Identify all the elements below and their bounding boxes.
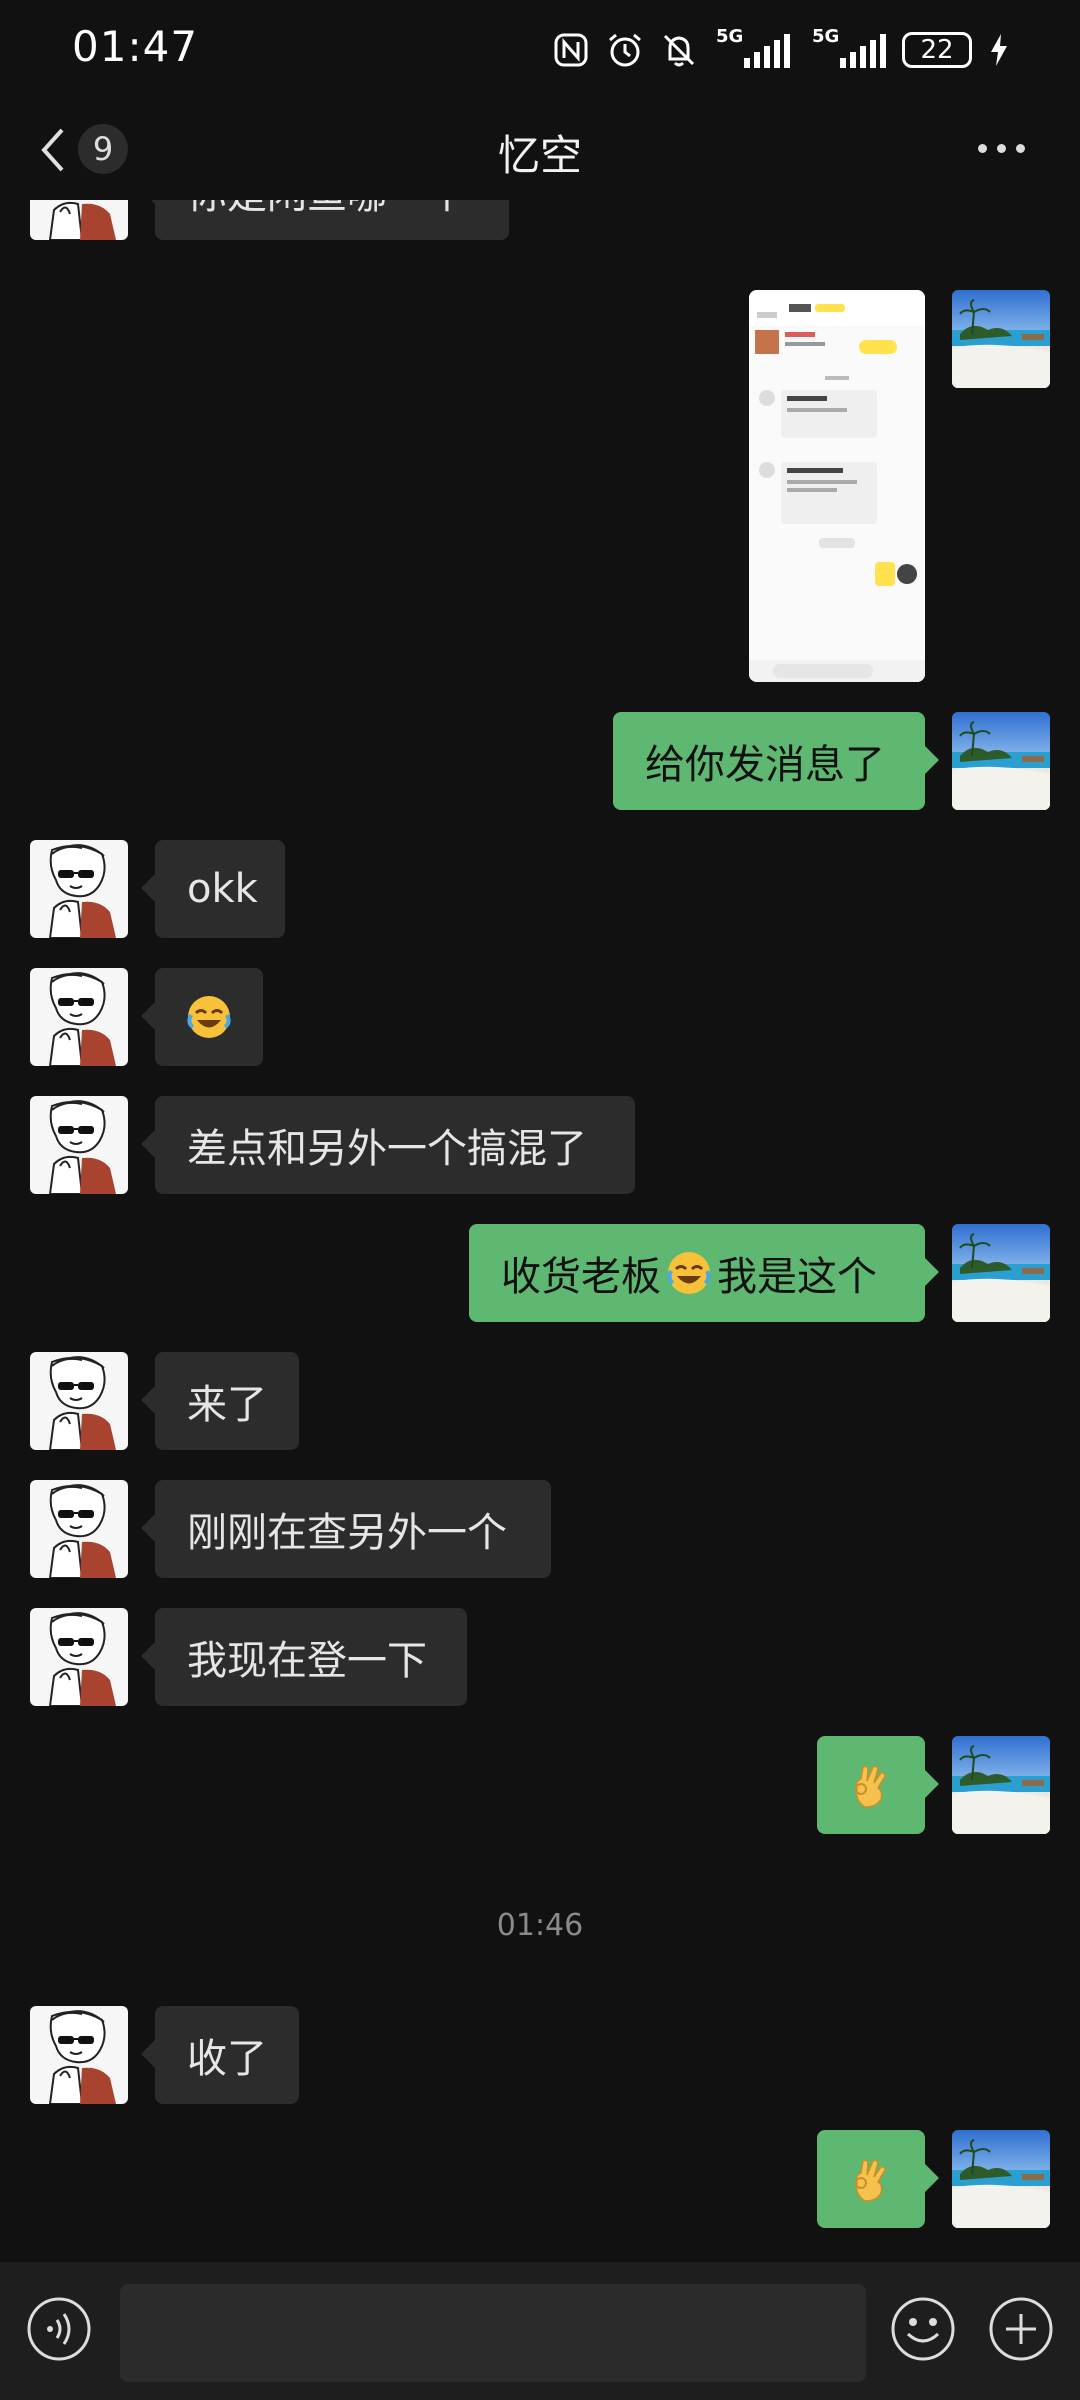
message-list[interactable]: 你是闲鱼哪一个 — [0, 200, 1080, 2260]
avatar[interactable] — [952, 712, 1050, 810]
nfc-icon — [552, 31, 590, 69]
avatar[interactable] — [30, 1352, 128, 1450]
emoji-button[interactable] — [890, 2296, 956, 2362]
message-bubble[interactable]: 收货老板 我是这个 — [469, 1224, 939, 1322]
message-bubble[interactable]: 刚刚在查另外一个 — [141, 1480, 551, 1578]
message-bubble[interactable] — [817, 2130, 939, 2228]
avatar[interactable] — [30, 1096, 128, 1194]
bell-off-icon — [660, 31, 698, 69]
message-text: 收货老板 — [501, 1254, 661, 1300]
voice-icon — [27, 2297, 91, 2361]
laugh-cry-emoji — [665, 1249, 713, 1297]
chat-title: 忆空 — [497, 131, 582, 180]
alarm-icon — [606, 31, 644, 69]
avatar[interactable] — [30, 2006, 128, 2104]
chat-header: 9 忆空 — [0, 100, 1080, 200]
status-time: 01:47 — [72, 22, 199, 71]
timestamp: 01:46 — [496, 1908, 584, 1943]
avatar[interactable] — [30, 968, 128, 1066]
signal-2: 5G — [812, 26, 886, 68]
avatar[interactable] — [30, 840, 128, 938]
avatar[interactable] — [952, 1224, 1050, 1322]
screenshot-image-message[interactable] — [749, 290, 925, 682]
laugh-cry-emoji — [185, 993, 233, 1041]
message-bubble[interactable]: 你是闲鱼哪一个 — [141, 200, 509, 240]
ok-hand-emoji — [847, 1761, 895, 1809]
plus-button[interactable] — [988, 2296, 1054, 2362]
message-bubble[interactable]: 我现在登一下 — [141, 1608, 467, 1706]
avatar[interactable] — [952, 290, 1050, 388]
more-dots-icon — [978, 143, 987, 153]
status-bar: 01:47 5G 5G 22 — [0, 0, 1080, 100]
smile-icon — [891, 2297, 955, 2361]
signal-1: 5G — [716, 26, 790, 68]
message-bubble[interactable] — [141, 968, 263, 1066]
message-bubble[interactable]: 给你发消息了 — [613, 712, 939, 810]
avatar[interactable] — [952, 1736, 1050, 1834]
message-text: 我是这个 — [717, 1254, 877, 1300]
battery-indicator: 22 — [902, 32, 972, 68]
avatar[interactable] — [952, 2130, 1050, 2228]
avatar[interactable] — [30, 1480, 128, 1578]
input-bar — [0, 2262, 1080, 2400]
more-button[interactable] — [978, 138, 1034, 158]
ok-hand-emoji — [847, 2155, 895, 2203]
status-icons: 5G 5G 22 — [552, 24, 1010, 76]
message-bubble[interactable]: okk — [141, 840, 285, 938]
message-bubble[interactable]: 来了 — [141, 1352, 299, 1450]
message-input[interactable] — [120, 2284, 866, 2382]
screenshot-image — [749, 290, 925, 682]
avatar[interactable] — [30, 200, 128, 240]
avatar[interactable] — [30, 1608, 128, 1706]
message-bubble[interactable]: 收了 — [141, 2006, 299, 2104]
plus-icon — [989, 2297, 1053, 2361]
voice-button[interactable] — [26, 2296, 92, 2362]
message-bubble[interactable] — [817, 1736, 939, 1834]
bolt-icon — [988, 31, 1010, 69]
message-bubble[interactable]: 差点和另外一个搞混了 — [141, 1096, 635, 1194]
